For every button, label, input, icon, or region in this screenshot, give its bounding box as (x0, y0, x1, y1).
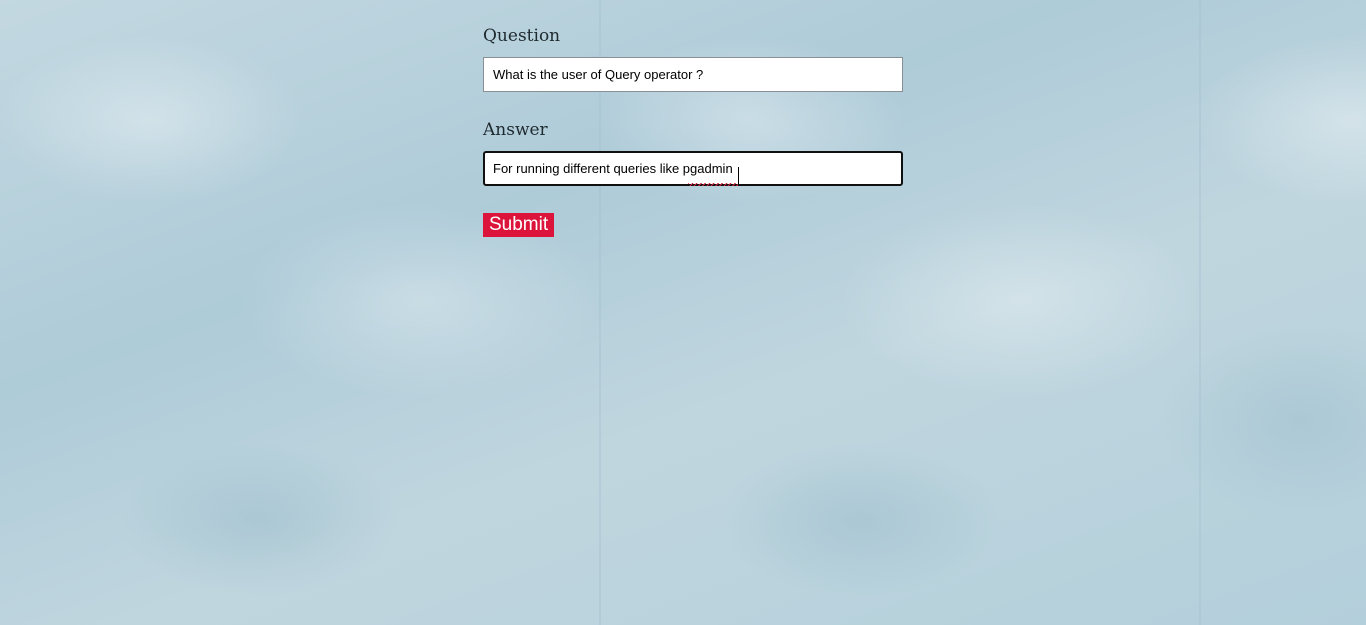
answer-input-wrapper (483, 151, 903, 186)
question-label: Question (483, 26, 561, 46)
background-tile-seam (1199, 0, 1201, 625)
submit-button[interactable]: Submit (483, 213, 555, 237)
question-answer-form: Question Answer Submit (483, 22, 903, 237)
spellcheck-underline (688, 183, 738, 186)
text-caret (738, 167, 739, 184)
question-input[interactable] (483, 57, 903, 92)
answer-input[interactable] (483, 151, 903, 186)
answer-label: Answer (483, 120, 548, 140)
